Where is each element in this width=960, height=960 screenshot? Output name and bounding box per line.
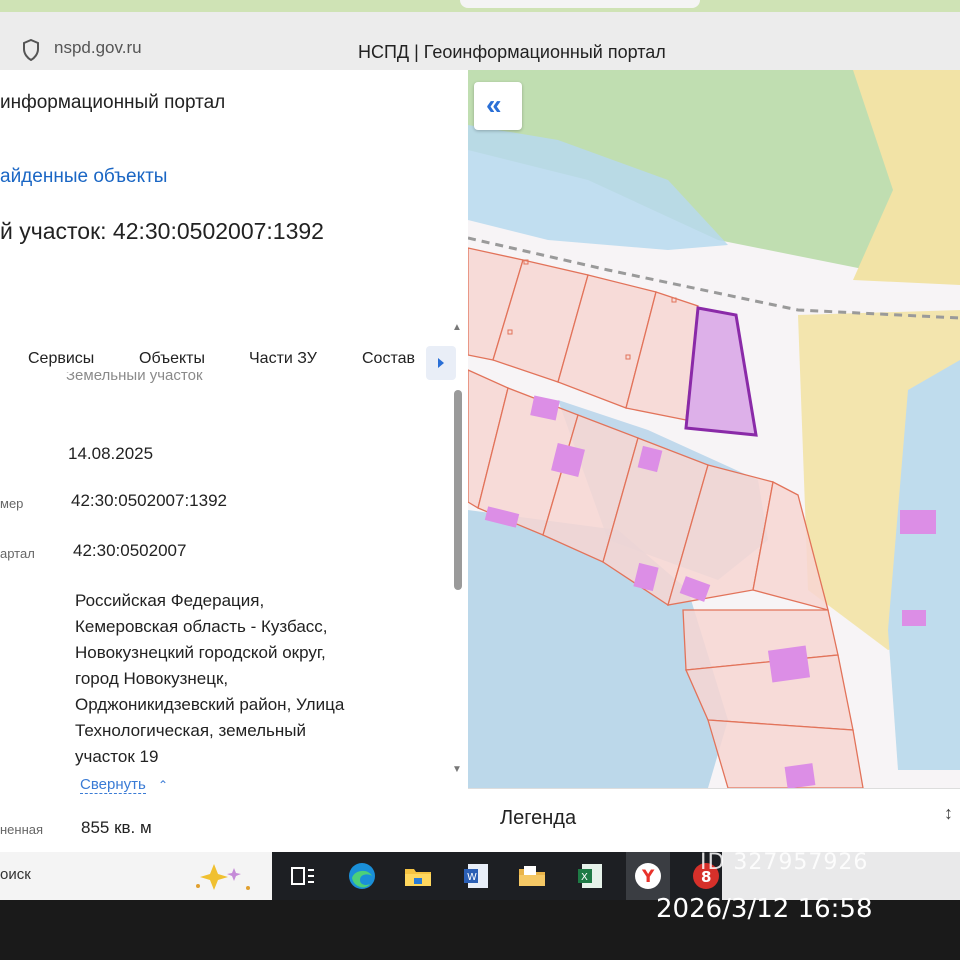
taskbar-search[interactable]: оиск: [0, 852, 272, 900]
address-line: Технологическая, земельный: [75, 721, 306, 740]
area-label: ненная: [0, 822, 44, 837]
collapse-panel-button[interactable]: «: [474, 82, 522, 130]
building[interactable]: [902, 610, 926, 626]
edge-icon[interactable]: [346, 860, 378, 892]
cadastral-number-label: мер: [0, 496, 24, 511]
tab-parts[interactable]: Части ЗУ: [249, 350, 317, 368]
svg-text:X: X: [581, 872, 588, 883]
address-line: Орджоникидзевский район, Улица: [75, 695, 345, 714]
watermark: ID 327957926: [700, 850, 869, 875]
word-icon[interactable]: W: [460, 860, 492, 892]
file-explorer-icon[interactable]: [402, 860, 434, 892]
building[interactable]: [900, 510, 936, 534]
chevron-up-icon: ⌃: [157, 778, 169, 792]
address-line: Кемеровская область - Кузбасс,: [75, 617, 328, 636]
cadastral-number-value: 42:30:0502007:1392: [71, 491, 227, 510]
taskbar-apps: W X Y 8: [272, 852, 722, 900]
address-bar[interactable]: nspd.gov.ru НСПД | Геоинформационный пор…: [0, 12, 960, 71]
screen: nspd.gov.ru НСПД | Геоинформационный пор…: [0, 0, 960, 900]
scroll-up-icon[interactable]: ▲: [452, 322, 462, 333]
legend-label: Легенда: [500, 807, 577, 829]
quarter-value[interactable]: 42:30:0502007: [73, 541, 186, 561]
yandex-browser-icon[interactable]: Y: [632, 860, 664, 892]
tab-composition[interactable]: Состав: [362, 350, 415, 368]
collapse-link[interactable]: Свернуть ⌃: [80, 776, 169, 794]
map-canvas[interactable]: [468, 70, 960, 852]
task-view-icon[interactable]: [286, 860, 318, 892]
url-text[interactable]: nspd.gov.ru: [54, 38, 142, 58]
cut-text: Земельный участок: [66, 372, 203, 384]
portal-title: информационный портал: [0, 92, 226, 113]
quarter-label: артал: [0, 546, 35, 561]
chevron-right-icon: [438, 358, 444, 368]
photo-timestamp: 2026/3/12 16:58: [656, 894, 873, 924]
building[interactable]: [767, 645, 811, 683]
map-view[interactable]: [468, 70, 960, 852]
parcel-heading: й участок: 42:30:0502007:1392: [0, 218, 324, 244]
browser-tab[interactable]: [460, 0, 700, 8]
chevron-updown-icon[interactable]: ↕: [944, 803, 953, 824]
sparkle-icon[interactable]: [190, 860, 260, 894]
address-line: город Новокузнецк,: [75, 669, 229, 688]
scroll-down-icon[interactable]: ▼: [452, 764, 462, 775]
date-value: 14.08.2025: [68, 444, 154, 463]
address-line: Российская Федерация,: [75, 591, 265, 610]
double-chevron-left-icon: «: [486, 89, 502, 120]
info-panel: информационный портал айденные объекты й…: [0, 70, 468, 852]
search-label[interactable]: оиск: [0, 866, 31, 883]
svg-text:W: W: [467, 872, 477, 883]
folder-icon[interactable]: [516, 860, 548, 892]
tab-services[interactable]: Сервисы: [28, 350, 94, 368]
excel-icon[interactable]: X: [574, 860, 606, 892]
svg-text:Y: Y: [641, 867, 655, 887]
address-line: Новокузнецкий городской округ,: [75, 643, 326, 662]
tab-objects[interactable]: Объекты: [139, 350, 205, 368]
parcel[interactable]: [707, 719, 864, 789]
scrollbar-thumb[interactable]: [454, 390, 462, 590]
page-title: НСПД | Геоинформационный портал: [358, 42, 666, 62]
collapse-label[interactable]: Свернуть: [80, 776, 146, 794]
legend-panel[interactable]: Легенда ↕: [468, 788, 960, 853]
building[interactable]: [784, 763, 816, 789]
shield-icon[interactable]: [22, 39, 40, 61]
address-line: участок 19: [75, 747, 159, 766]
area-value: 855 кв. м: [81, 818, 152, 837]
found-objects-link[interactable]: айденные объекты: [0, 166, 167, 188]
